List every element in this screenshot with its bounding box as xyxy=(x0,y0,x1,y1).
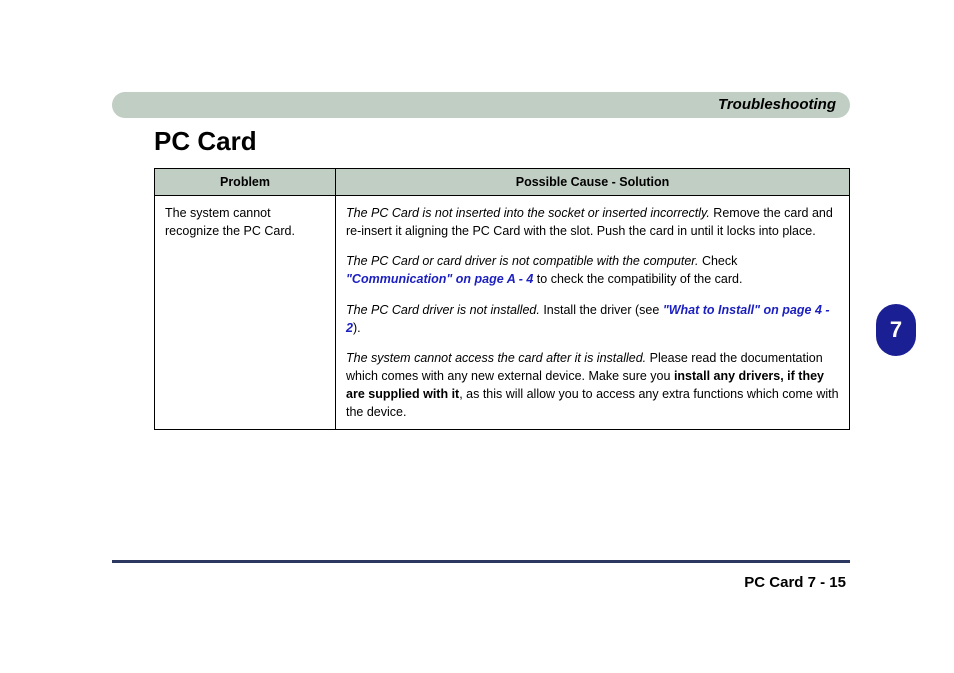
solution-para-2: The PC Card or card driver is not compat… xyxy=(346,252,839,288)
cell-solution: The PC Card is not inserted into the soc… xyxy=(336,196,850,430)
table-row: The system cannot recognize the PC Card.… xyxy=(155,196,850,430)
chapter-tab: 7 xyxy=(876,304,916,356)
troubleshooting-table: Problem Possible Cause - Solution The sy… xyxy=(154,168,850,430)
link-communication[interactable]: "Communication" on page A - 4 xyxy=(346,272,533,286)
th-problem: Problem xyxy=(155,169,336,196)
header-title: Troubleshooting xyxy=(718,96,836,113)
solution-para-1: The PC Card is not inserted into the soc… xyxy=(346,204,839,240)
s2-body-a: Check xyxy=(698,254,737,268)
chapter-number: 7 xyxy=(890,317,902,343)
s2-body-b: to check the compatibility of the card. xyxy=(533,272,742,286)
s3-body-a: Install the driver (see xyxy=(540,303,663,317)
page: Troubleshooting PC Card Problem Possible… xyxy=(0,0,954,673)
s3-body-b: ). xyxy=(353,321,361,335)
s4-lead: The system cannot access the card after … xyxy=(346,351,646,365)
th-solution: Possible Cause - Solution xyxy=(336,169,850,196)
solution-para-4: The system cannot access the card after … xyxy=(346,349,839,422)
section-title: PC Card xyxy=(154,126,257,157)
s1-lead: The PC Card is not inserted into the soc… xyxy=(346,206,710,220)
s3-lead: The PC Card driver is not installed. xyxy=(346,303,540,317)
cell-problem: The system cannot recognize the PC Card. xyxy=(155,196,336,430)
footer-text: PC Card 7 - 15 xyxy=(744,574,846,591)
s2-lead: The PC Card or card driver is not compat… xyxy=(346,254,698,268)
footer-rule xyxy=(112,560,850,563)
solution-para-3: The PC Card driver is not installed. Ins… xyxy=(346,301,839,337)
header-bar: Troubleshooting xyxy=(112,92,850,118)
table-header-row: Problem Possible Cause - Solution xyxy=(155,169,850,196)
